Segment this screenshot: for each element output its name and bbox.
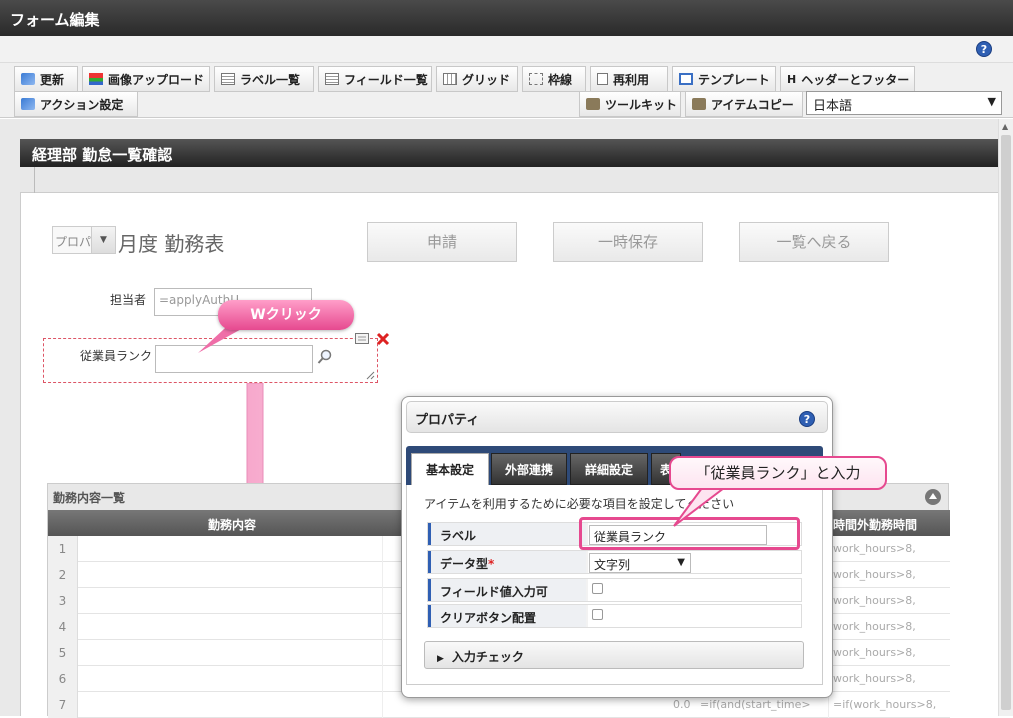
chevron-down-icon[interactable]: ▼ <box>91 227 115 253</box>
chevron-down-icon: ▼ <box>987 95 996 108</box>
field-list-button[interactable]: フィールド一覧 <box>318 66 432 92</box>
label-list-button[interactable]: ラベル一覧 <box>214 66 314 92</box>
field-input-checkbox[interactable] <box>592 583 603 594</box>
header-footer-button[interactable]: H ヘッダーとフッター <box>780 66 915 92</box>
sheet-heading: 月度 勤務表 <box>118 232 225 256</box>
clear-button-checkbox[interactable] <box>592 609 603 620</box>
tab-detail-settings[interactable]: 詳細設定 <box>570 453 648 485</box>
resize-handle-icon[interactable] <box>365 370 375 380</box>
input-check-expander[interactable]: ▶ 入力チェック <box>424 641 804 669</box>
list-icon <box>325 73 339 85</box>
form-subheader <box>20 167 998 193</box>
toolbox-icon <box>586 98 600 110</box>
collapse-icon[interactable] <box>924 488 942 506</box>
chevron-down-icon: ▼ <box>677 557 685 568</box>
item-copy-button[interactable]: アイテムコピー <box>685 91 803 117</box>
callout-pointer <box>673 487 727 527</box>
keyboard-icon[interactable] <box>355 333 369 345</box>
dblclick-callout: Wクリック <box>218 300 354 330</box>
chevron-right-icon: ▶ <box>437 654 444 664</box>
scroll-thumb[interactable] <box>1001 135 1011 710</box>
year-select[interactable]: プロパ ▼ <box>52 226 116 254</box>
tab-external-link[interactable]: 外部連携 <box>491 453 567 485</box>
toolbox-icon <box>692 98 706 110</box>
action-icon <box>21 98 35 110</box>
row7-value: 0.0 <box>673 698 691 711</box>
update-button[interactable]: 更新 <box>14 66 78 92</box>
delete-icon[interactable] <box>376 332 390 346</box>
owner-label: 担当者 <box>110 293 147 307</box>
header-icon: H <box>787 72 797 86</box>
scroll-up-icon[interactable]: ▲ <box>1002 122 1008 131</box>
apply-button[interactable]: 申請 <box>367 222 517 262</box>
border-button[interactable]: 枠線 <box>522 66 586 92</box>
dialog-title[interactable]: プロパティ <box>406 401 828 433</box>
rank-label: 従業員ランク <box>80 349 153 363</box>
help-icon[interactable]: ? <box>976 41 992 57</box>
row7-formula: =if(and(start_time> <box>700 698 811 711</box>
back-to-list-button[interactable]: 一覧へ戻る <box>739 222 889 262</box>
window-title: フォーム編集 <box>0 0 1013 36</box>
tab-basic-settings[interactable]: 基本設定 <box>411 453 489 485</box>
image-icon <box>89 73 103 85</box>
input-callout: 「従業員ランク」と入力 <box>669 456 887 490</box>
grid-button[interactable]: グリッド <box>436 66 518 92</box>
property-row-field-input: フィールド値入力可 <box>427 578 802 602</box>
language-select[interactable]: 日本語 ▼ <box>806 91 1002 115</box>
action-settings-button[interactable]: アクション設定 <box>14 91 138 117</box>
form-title: 経理部 勤怠一覧確認 <box>20 139 998 167</box>
list-icon <box>221 73 235 85</box>
col-overtime-header: 時間外勤務時間 <box>833 518 918 532</box>
toolkit-button[interactable]: ツールキット <box>579 91 681 117</box>
temp-save-button[interactable]: 一時保存 <box>553 222 703 262</box>
datatype-select[interactable]: 文字列 ▼ <box>589 553 691 573</box>
vertical-scrollbar[interactable]: ▲ <box>998 119 1013 716</box>
update-icon <box>21 73 35 85</box>
reuse-button[interactable]: 再利用 <box>590 66 668 92</box>
search-icon[interactable] <box>317 349 333 365</box>
border-icon <box>529 73 543 85</box>
help-icon[interactable]: ? <box>799 411 815 427</box>
col-content-header: 勤務内容 <box>208 518 257 532</box>
grid-title: 勤務内容一覧 <box>53 491 126 505</box>
template-button[interactable]: テンプレート <box>672 66 776 92</box>
document-icon <box>597 73 608 85</box>
template-icon <box>679 73 693 85</box>
help-bar: ? <box>0 36 1013 63</box>
image-upload-button[interactable]: 画像アップロード <box>82 66 210 92</box>
property-row-clear-button: クリアボタン配置 <box>427 604 802 628</box>
grid-icon <box>443 73 457 85</box>
